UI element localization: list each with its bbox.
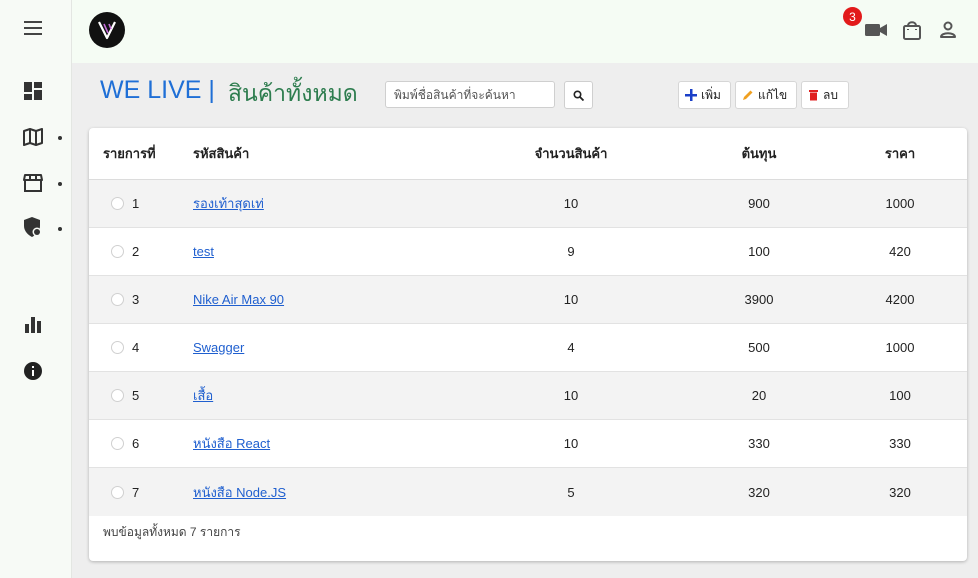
row-select-radio[interactable]	[111, 293, 124, 306]
quantity-cell: 9	[567, 244, 575, 259]
sidebar	[0, 0, 72, 578]
row-number-cell: 7	[103, 468, 139, 516]
bar-chart-icon[interactable]	[22, 314, 44, 336]
cost-cell: 900	[748, 196, 770, 211]
shopping-bag-icon[interactable]	[900, 18, 924, 42]
pencil-icon	[743, 90, 753, 100]
delete-button-label: ลบ	[823, 87, 838, 102]
row-number-cell: 2	[103, 228, 139, 275]
store-icon[interactable]	[22, 172, 44, 194]
product-link[interactable]: รองเท้าสุดเท่	[193, 193, 264, 214]
quantity-cell: 10	[563, 436, 579, 451]
table-footer-count: พบข้อมูลทั้งหมด 7 รายการ	[103, 525, 241, 539]
quantity-cell: 10	[563, 196, 579, 211]
price-cell: 420	[889, 244, 911, 259]
row-select-radio[interactable]	[111, 437, 124, 450]
search-input[interactable]	[385, 81, 555, 108]
page-title: สินค้าทั้งหมด	[228, 80, 358, 106]
row-number-cell: 3	[103, 276, 139, 323]
row-number: 2	[132, 244, 140, 259]
brand-name: WE LIVE |	[100, 76, 215, 104]
header-cost: ต้นทุน	[741, 146, 777, 161]
products-table: รายการที่ รหัสสินค้า จำนวนสินค้า ต้นทุน …	[89, 128, 967, 561]
video-camera-icon[interactable]	[864, 18, 888, 42]
price-cell: 320	[889, 484, 911, 500]
product-link[interactable]: เสื้อ	[193, 385, 213, 406]
cart-count-badge: 3	[843, 7, 862, 26]
cost-cell: 20	[751, 388, 767, 403]
search-icon	[573, 89, 584, 101]
table-row[interactable]: 6 หนังสือ React 10 330 330	[89, 420, 967, 468]
person-icon[interactable]	[936, 18, 960, 42]
quantity-cell: 4	[567, 340, 575, 355]
table-header: รายการที่ รหัสสินค้า จำนวนสินค้า ต้นทุน …	[89, 128, 967, 180]
row-number: 5	[132, 388, 140, 403]
row-number-cell: 6	[103, 420, 139, 467]
table-row[interactable]: 5 เสื้อ 10 20 100	[89, 372, 967, 420]
header-product-code: รหัสสินค้า	[193, 146, 250, 161]
quantity-cell: 10	[563, 388, 579, 403]
map-icon[interactable]	[22, 126, 44, 148]
table-row[interactable]: 4 Swagger 4 500 1000	[89, 324, 967, 372]
header-item-number: รายการที่	[103, 146, 156, 161]
product-link[interactable]: test	[193, 244, 214, 259]
price-cell: 1000	[885, 340, 915, 355]
price-cell: 330	[889, 436, 911, 451]
add-button[interactable]: เพิ่ม	[678, 81, 731, 109]
add-button-label: เพิ่ม	[701, 87, 721, 102]
product-link[interactable]: Swagger	[193, 340, 244, 355]
delete-button[interactable]: ลบ	[801, 81, 849, 109]
row-select-radio[interactable]	[111, 245, 124, 258]
security-icon[interactable]	[22, 216, 44, 238]
dashboard-icon[interactable]	[22, 80, 44, 102]
row-number: 6	[132, 436, 140, 451]
menu-icon[interactable]	[22, 17, 44, 39]
row-number-cell: 1	[103, 180, 139, 227]
top-app-bar	[72, 0, 978, 63]
table-row[interactable]: 2 test 9 100 420	[89, 228, 967, 276]
price-cell: 100	[889, 388, 911, 403]
row-number-cell: 4	[103, 324, 139, 371]
row-select-radio[interactable]	[111, 485, 124, 499]
row-number: 7	[132, 484, 140, 500]
header-price: ราคา	[884, 146, 916, 161]
plus-icon	[685, 89, 697, 101]
row-select-radio[interactable]	[111, 341, 124, 354]
price-cell: 4200	[885, 292, 915, 307]
row-number: 1	[132, 196, 140, 211]
app-logo[interactable]	[89, 12, 125, 48]
table-row[interactable]: 7 หนังสือ Node.JS 5 320 320	[89, 468, 967, 516]
table-row[interactable]: 1 รองเท้าสุดเท่ 10 900 1000	[89, 180, 967, 228]
cost-cell: 100	[748, 244, 770, 259]
product-link[interactable]: Nike Air Max 90	[193, 292, 284, 307]
expand-indicator	[58, 136, 62, 140]
row-select-radio[interactable]	[111, 389, 124, 402]
expand-indicator	[58, 227, 62, 231]
trash-icon	[809, 90, 818, 101]
quantity-cell: 10	[563, 292, 579, 307]
row-number: 3	[132, 292, 140, 307]
info-icon[interactable]	[22, 360, 44, 382]
product-link[interactable]: หนังสือ Node.JS	[193, 482, 286, 503]
edit-button[interactable]: แก้ไข	[735, 81, 797, 109]
header-quantity: จำนวนสินค้า	[534, 146, 608, 161]
cost-cell: 3900	[744, 292, 774, 307]
quantity-cell: 5	[567, 484, 575, 500]
product-link[interactable]: หนังสือ React	[193, 433, 270, 454]
expand-indicator	[58, 182, 62, 186]
price-cell: 1000	[885, 196, 915, 211]
cost-cell: 500	[748, 340, 770, 355]
table-row[interactable]: 3 Nike Air Max 90 10 3900 4200	[89, 276, 967, 324]
row-select-radio[interactable]	[111, 197, 124, 210]
row-number-cell: 5	[103, 372, 139, 419]
cost-cell: 330	[748, 436, 770, 451]
row-number: 4	[132, 340, 140, 355]
edit-button-label: แก้ไข	[758, 87, 788, 102]
search-button[interactable]	[564, 81, 593, 109]
cost-cell: 320	[748, 484, 770, 500]
